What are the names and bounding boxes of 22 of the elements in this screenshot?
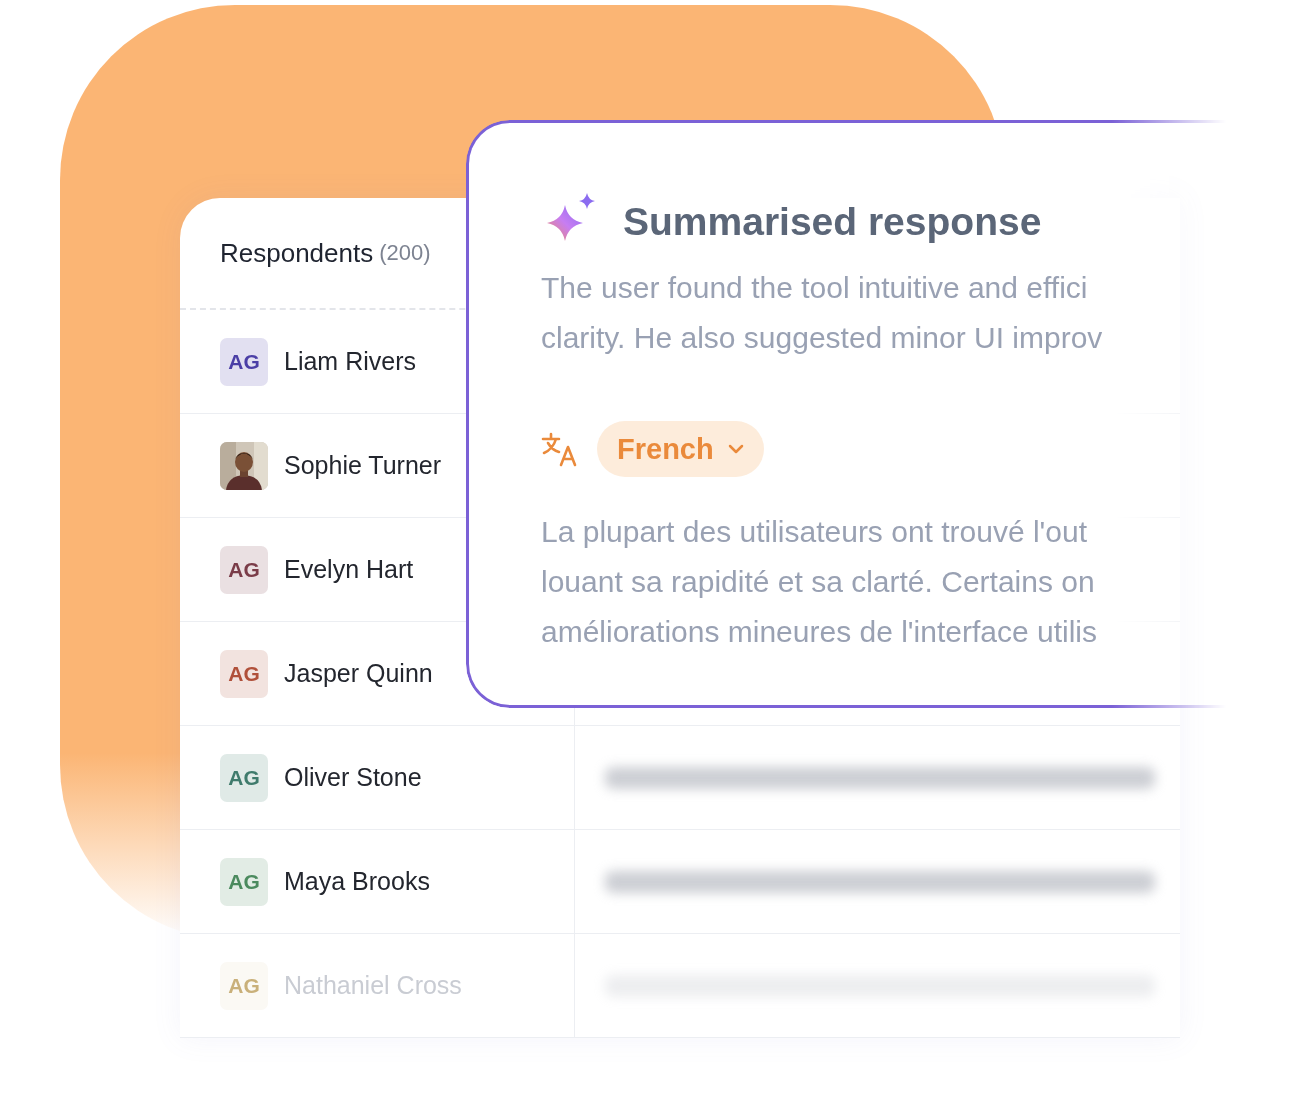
summary-text-line: clarity. He also suggested minor UI improv [541,320,1103,356]
chevron-down-icon [727,444,744,454]
summary-text-line: The user found the tool intuitive and effici [541,270,1088,306]
card-title: Respondents [220,237,374,269]
respondent-name[interactable]: Maya Brooks [284,867,430,896]
initials-avatar: AG [220,337,268,386]
translated-text-line: louant sa rapidité et sa clarté. Certains on [541,564,1095,600]
summary-title: Summarised response [623,200,1042,244]
respondent-name[interactable]: Jasper Quinn [284,659,433,688]
translated-text-line: La plupart des utilisateurs ont trouvé l'out [541,514,1088,550]
respondent-name[interactable]: Sophie Turner [284,451,442,480]
translated-text-line: améliorations mineures de l'interface utilis [541,614,1097,650]
initials-avatar: AG [220,649,268,698]
initials-avatar: AG [220,545,268,594]
initials-avatar: AG [220,753,268,802]
initials-avatar: AG [220,961,268,1010]
initials-avatar: AG [220,857,268,906]
respondent-name[interactable]: Liam Rivers [284,347,416,376]
translate-icon [541,431,579,467]
respondent-count: (200) [379,240,431,266]
respondent-name[interactable]: Oliver Stone [284,763,422,792]
respondent-name[interactable]: Evelyn Hart [284,555,414,584]
